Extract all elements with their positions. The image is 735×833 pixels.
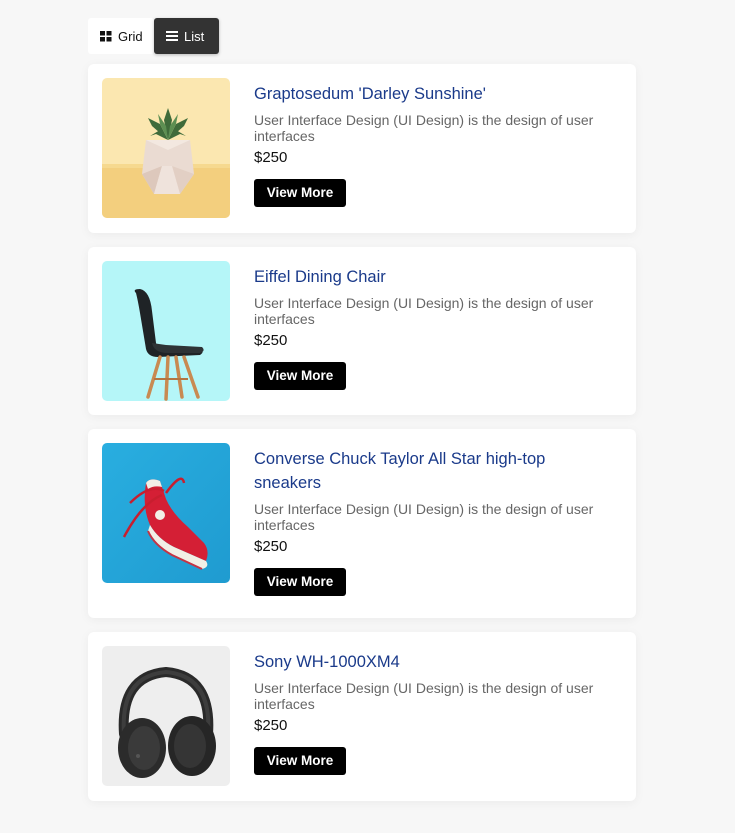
product-info: Sony WH-1000XM4 User Interface Design (U… bbox=[254, 650, 614, 775]
list-view-label: List bbox=[184, 28, 205, 44]
product-info: Converse Chuck Taylor All Star high-top … bbox=[254, 447, 614, 596]
product-price: $250 bbox=[254, 717, 288, 734]
product-title[interactable]: Sony WH-1000XM4 bbox=[254, 650, 614, 674]
chair-image bbox=[102, 261, 230, 401]
succulent-plant-image bbox=[102, 78, 230, 218]
grid-icon bbox=[100, 30, 112, 42]
product-card: Graptosedum 'Darley Sunshine' User Inter… bbox=[88, 64, 636, 233]
product-description: User Interface Design (UI Design) is the… bbox=[254, 501, 594, 533]
product-description: User Interface Design (UI Design) is the… bbox=[254, 112, 594, 144]
product-description: User Interface Design (UI Design) is the… bbox=[254, 295, 594, 327]
product-card: Sony WH-1000XM4 User Interface Design (U… bbox=[88, 632, 636, 801]
view-more-button[interactable]: View More bbox=[254, 179, 346, 207]
product-info: Graptosedum 'Darley Sunshine' User Inter… bbox=[254, 82, 614, 207]
product-card: Eiffel Dining Chair User Interface Desig… bbox=[88, 247, 636, 415]
product-title[interactable]: Eiffel Dining Chair bbox=[254, 265, 614, 289]
product-title[interactable]: Converse Chuck Taylor All Star high-top … bbox=[254, 447, 614, 495]
grid-view-label: Grid bbox=[118, 28, 143, 44]
view-more-button[interactable]: View More bbox=[254, 747, 346, 775]
product-info: Eiffel Dining Chair User Interface Desig… bbox=[254, 265, 614, 390]
product-card: Converse Chuck Taylor All Star high-top … bbox=[88, 429, 636, 618]
view-more-button[interactable]: View More bbox=[254, 362, 346, 390]
product-price: $250 bbox=[254, 332, 288, 349]
product-price: $250 bbox=[254, 538, 288, 555]
grid-view-button[interactable]: Grid bbox=[88, 18, 154, 54]
product-description: User Interface Design (UI Design) is the… bbox=[254, 680, 594, 712]
sneaker-image bbox=[102, 443, 230, 583]
list-icon bbox=[166, 31, 178, 41]
view-toggle: Grid List bbox=[88, 18, 219, 54]
product-list: Graptosedum 'Darley Sunshine' User Inter… bbox=[88, 64, 636, 815]
view-more-button[interactable]: View More bbox=[254, 568, 346, 596]
list-view-button[interactable]: List bbox=[154, 18, 219, 54]
product-price: $250 bbox=[254, 149, 288, 166]
product-title[interactable]: Graptosedum 'Darley Sunshine' bbox=[254, 82, 614, 106]
headphones-image bbox=[102, 646, 230, 786]
